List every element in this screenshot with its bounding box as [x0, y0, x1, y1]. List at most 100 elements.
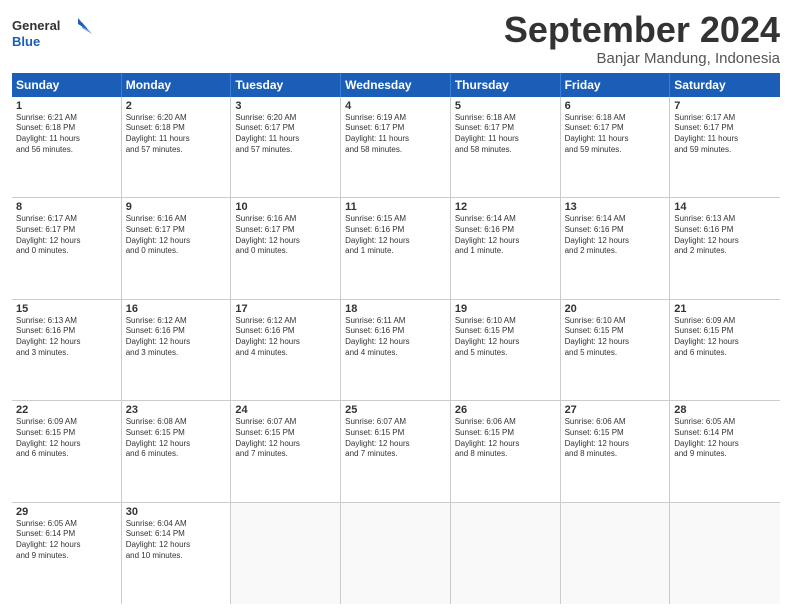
cell-info: Sunrise: 6:10 AM Sunset: 6:15 PM Dayligh… — [455, 316, 556, 359]
cell-w3-d1: 15Sunrise: 6:13 AM Sunset: 6:16 PM Dayli… — [12, 300, 122, 400]
cell-w1-d4: 4Sunrise: 6:19 AM Sunset: 6:17 PM Daylig… — [341, 97, 451, 197]
page-header: General Blue September 2024 Banjar Mandu… — [12, 10, 780, 67]
cell-info: Sunrise: 6:07 AM Sunset: 6:15 PM Dayligh… — [345, 417, 446, 460]
day-number: 15 — [16, 303, 117, 315]
cell-info: Sunrise: 6:17 AM Sunset: 6:17 PM Dayligh… — [16, 214, 117, 257]
cell-info: Sunrise: 6:09 AM Sunset: 6:15 PM Dayligh… — [16, 417, 117, 460]
day-number: 27 — [565, 404, 666, 416]
cell-info: Sunrise: 6:14 AM Sunset: 6:16 PM Dayligh… — [565, 214, 666, 257]
cell-info: Sunrise: 6:04 AM Sunset: 6:14 PM Dayligh… — [126, 519, 227, 562]
cell-w4-d4: 25Sunrise: 6:07 AM Sunset: 6:15 PM Dayli… — [341, 401, 451, 501]
cell-w3-d6: 20Sunrise: 6:10 AM Sunset: 6:15 PM Dayli… — [561, 300, 671, 400]
day-number: 30 — [126, 506, 227, 518]
day-number: 26 — [455, 404, 556, 416]
svg-text:Blue: Blue — [12, 34, 40, 49]
cell-w4-d6: 27Sunrise: 6:06 AM Sunset: 6:15 PM Dayli… — [561, 401, 671, 501]
cell-w2-d1: 8Sunrise: 6:17 AM Sunset: 6:17 PM Daylig… — [12, 198, 122, 298]
calendar: Sunday Monday Tuesday Wednesday Thursday… — [12, 73, 780, 604]
cell-w1-d6: 6Sunrise: 6:18 AM Sunset: 6:17 PM Daylig… — [561, 97, 671, 197]
cell-info: Sunrise: 6:14 AM Sunset: 6:16 PM Dayligh… — [455, 214, 556, 257]
day-number: 6 — [565, 100, 666, 112]
col-wednesday: Wednesday — [341, 73, 451, 97]
day-number: 16 — [126, 303, 227, 315]
cell-w1-d5: 5Sunrise: 6:18 AM Sunset: 6:17 PM Daylig… — [451, 97, 561, 197]
day-number: 2 — [126, 100, 227, 112]
cell-info: Sunrise: 6:16 AM Sunset: 6:17 PM Dayligh… — [126, 214, 227, 257]
cell-w2-d7: 14Sunrise: 6:13 AM Sunset: 6:16 PM Dayli… — [670, 198, 780, 298]
day-number: 8 — [16, 201, 117, 213]
cell-info: Sunrise: 6:05 AM Sunset: 6:14 PM Dayligh… — [674, 417, 776, 460]
cell-w4-d5: 26Sunrise: 6:06 AM Sunset: 6:15 PM Dayli… — [451, 401, 561, 501]
title-block: September 2024 Banjar Mandung, Indonesia — [504, 10, 780, 67]
cell-info: Sunrise: 6:08 AM Sunset: 6:15 PM Dayligh… — [126, 417, 227, 460]
cell-w1-d1: 1Sunrise: 6:21 AM Sunset: 6:18 PM Daylig… — [12, 97, 122, 197]
col-sunday: Sunday — [12, 73, 122, 97]
cell-w5-d6 — [561, 503, 671, 604]
col-saturday: Saturday — [670, 73, 780, 97]
logo-svg: General Blue — [12, 14, 92, 59]
cell-info: Sunrise: 6:12 AM Sunset: 6:16 PM Dayligh… — [126, 316, 227, 359]
day-number: 23 — [126, 404, 227, 416]
week-1: 1Sunrise: 6:21 AM Sunset: 6:18 PM Daylig… — [12, 97, 780, 198]
col-monday: Monday — [122, 73, 232, 97]
day-number: 1 — [16, 100, 117, 112]
cell-w1-d2: 2Sunrise: 6:20 AM Sunset: 6:18 PM Daylig… — [122, 97, 232, 197]
day-number: 11 — [345, 201, 446, 213]
cell-info: Sunrise: 6:13 AM Sunset: 6:16 PM Dayligh… — [16, 316, 117, 359]
cell-w3-d5: 19Sunrise: 6:10 AM Sunset: 6:15 PM Dayli… — [451, 300, 561, 400]
month-title: September 2024 — [504, 10, 780, 50]
cell-w3-d7: 21Sunrise: 6:09 AM Sunset: 6:15 PM Dayli… — [670, 300, 780, 400]
cell-info: Sunrise: 6:20 AM Sunset: 6:17 PM Dayligh… — [235, 113, 336, 156]
cell-w5-d2: 30Sunrise: 6:04 AM Sunset: 6:14 PM Dayli… — [122, 503, 232, 604]
day-number: 18 — [345, 303, 446, 315]
cell-w3-d3: 17Sunrise: 6:12 AM Sunset: 6:16 PM Dayli… — [231, 300, 341, 400]
cell-w5-d1: 29Sunrise: 6:05 AM Sunset: 6:14 PM Dayli… — [12, 503, 122, 604]
cell-w5-d3 — [231, 503, 341, 604]
cell-info: Sunrise: 6:06 AM Sunset: 6:15 PM Dayligh… — [455, 417, 556, 460]
day-number: 24 — [235, 404, 336, 416]
day-number: 29 — [16, 506, 117, 518]
cell-w2-d2: 9Sunrise: 6:16 AM Sunset: 6:17 PM Daylig… — [122, 198, 232, 298]
day-number: 13 — [565, 201, 666, 213]
cell-info: Sunrise: 6:21 AM Sunset: 6:18 PM Dayligh… — [16, 113, 117, 156]
day-number: 20 — [565, 303, 666, 315]
cell-w4-d2: 23Sunrise: 6:08 AM Sunset: 6:15 PM Dayli… — [122, 401, 232, 501]
cell-w2-d6: 13Sunrise: 6:14 AM Sunset: 6:16 PM Dayli… — [561, 198, 671, 298]
cell-info: Sunrise: 6:16 AM Sunset: 6:17 PM Dayligh… — [235, 214, 336, 257]
cell-info: Sunrise: 6:15 AM Sunset: 6:16 PM Dayligh… — [345, 214, 446, 257]
day-number: 19 — [455, 303, 556, 315]
cell-info: Sunrise: 6:13 AM Sunset: 6:16 PM Dayligh… — [674, 214, 776, 257]
day-number: 17 — [235, 303, 336, 315]
cell-info: Sunrise: 6:06 AM Sunset: 6:15 PM Dayligh… — [565, 417, 666, 460]
cell-info: Sunrise: 6:09 AM Sunset: 6:15 PM Dayligh… — [674, 316, 776, 359]
cell-info: Sunrise: 6:07 AM Sunset: 6:15 PM Dayligh… — [235, 417, 336, 460]
day-number: 14 — [674, 201, 776, 213]
cell-w5-d7 — [670, 503, 780, 604]
day-number: 25 — [345, 404, 446, 416]
day-number: 5 — [455, 100, 556, 112]
day-number: 28 — [674, 404, 776, 416]
cell-info: Sunrise: 6:18 AM Sunset: 6:17 PM Dayligh… — [455, 113, 556, 156]
cell-info: Sunrise: 6:11 AM Sunset: 6:16 PM Dayligh… — [345, 316, 446, 359]
cell-w1-d7: 7Sunrise: 6:17 AM Sunset: 6:17 PM Daylig… — [670, 97, 780, 197]
day-number: 4 — [345, 100, 446, 112]
calendar-header: Sunday Monday Tuesday Wednesday Thursday… — [12, 73, 780, 97]
location-subtitle: Banjar Mandung, Indonesia — [504, 50, 780, 67]
day-number: 22 — [16, 404, 117, 416]
cell-w4-d1: 22Sunrise: 6:09 AM Sunset: 6:15 PM Dayli… — [12, 401, 122, 501]
day-number: 21 — [674, 303, 776, 315]
cell-w4-d7: 28Sunrise: 6:05 AM Sunset: 6:14 PM Dayli… — [670, 401, 780, 501]
week-4: 22Sunrise: 6:09 AM Sunset: 6:15 PM Dayli… — [12, 401, 780, 502]
cell-info: Sunrise: 6:19 AM Sunset: 6:17 PM Dayligh… — [345, 113, 446, 156]
page-container: General Blue September 2024 Banjar Mandu… — [0, 0, 792, 612]
cell-w2-d5: 12Sunrise: 6:14 AM Sunset: 6:16 PM Dayli… — [451, 198, 561, 298]
col-thursday: Thursday — [451, 73, 561, 97]
cell-w3-d4: 18Sunrise: 6:11 AM Sunset: 6:16 PM Dayli… — [341, 300, 451, 400]
day-number: 9 — [126, 201, 227, 213]
cell-w4-d3: 24Sunrise: 6:07 AM Sunset: 6:15 PM Dayli… — [231, 401, 341, 501]
cell-w1-d3: 3Sunrise: 6:20 AM Sunset: 6:17 PM Daylig… — [231, 97, 341, 197]
day-number: 10 — [235, 201, 336, 213]
cell-w2-d3: 10Sunrise: 6:16 AM Sunset: 6:17 PM Dayli… — [231, 198, 341, 298]
col-friday: Friday — [561, 73, 671, 97]
cell-info: Sunrise: 6:10 AM Sunset: 6:15 PM Dayligh… — [565, 316, 666, 359]
